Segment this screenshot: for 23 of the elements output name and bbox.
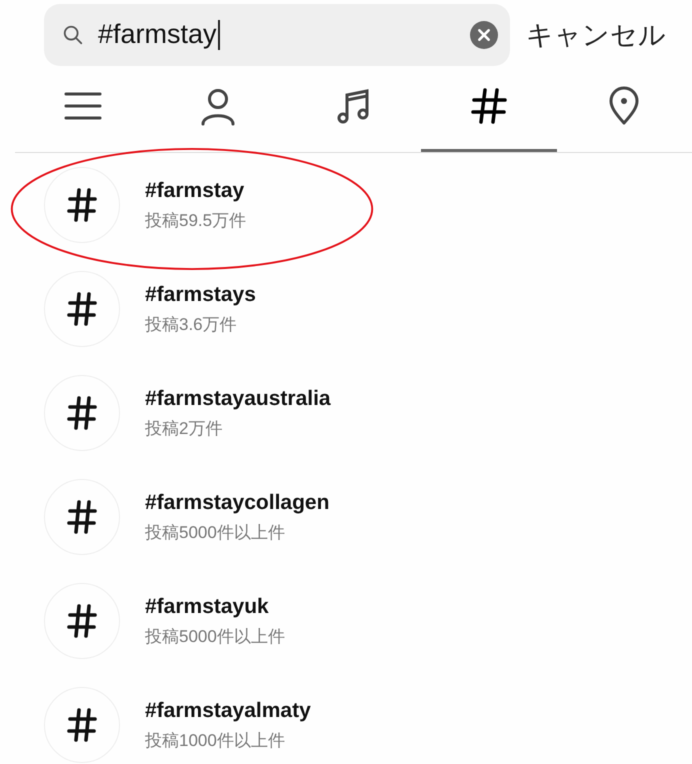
search-field[interactable]: #farmstay <box>44 4 510 66</box>
hashtag-name[interactable]: #farmstays <box>145 282 256 306</box>
hashtag-icon <box>67 292 97 326</box>
post-count: 投稿2万件 <box>145 418 224 440</box>
post-count: 投稿5000件以上件 <box>145 626 285 648</box>
hashtag-icon <box>67 188 97 222</box>
hashtag-icon <box>67 396 97 430</box>
hashtag-icon <box>67 500 97 534</box>
hashtag-name[interactable]: #farmstay <box>145 178 246 202</box>
hashtag-name[interactable]: #farmstayalmaty <box>145 698 311 722</box>
cancel-button[interactable]: キャンセル <box>520 16 672 52</box>
hashtag-name[interactable]: #farmstaycollagen <box>145 490 330 514</box>
search-icon <box>62 24 84 46</box>
hashtag-name[interactable]: #farmstayaustralia <box>145 386 331 410</box>
post-count: 投稿3.6万件 <box>145 314 238 336</box>
post-count: 投稿5000件以上件 <box>145 522 286 544</box>
hashtag-icon <box>468 86 509 126</box>
hashtag-name[interactable]: #farmstayuk <box>145 594 285 618</box>
hashtag-icon <box>67 708 97 742</box>
hashtag-icon <box>67 604 97 638</box>
post-count: 投稿1000件以上件 <box>145 730 286 752</box>
post-count: 投稿59.5万件 <box>145 210 246 232</box>
clear-icon[interactable] <box>470 20 498 48</box>
